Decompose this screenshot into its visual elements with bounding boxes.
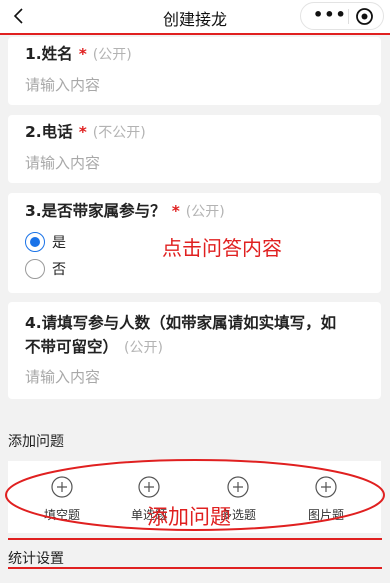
visibility-label: (不公开) xyxy=(92,125,146,141)
add-question-section-label: 添加问题 xyxy=(8,434,64,450)
question-card-name[interactable]: 1.姓名 * (公开) 请输入内容 xyxy=(8,37,381,105)
statistics-settings-label[interactable]: 统计设置 xyxy=(8,548,64,568)
required-mark: * xyxy=(78,123,87,141)
radio-option-yes[interactable]: 是 xyxy=(25,232,105,252)
visibility-label: (公开) xyxy=(185,204,225,220)
mini-program-capsule: ••• xyxy=(300,2,384,30)
answer-input[interactable]: 请输入内容 xyxy=(25,152,100,173)
answer-input[interactable]: 请输入内容 xyxy=(25,74,100,95)
annotation-click-hint: 点击问答内容 xyxy=(162,236,282,260)
radio-label: 是 xyxy=(52,235,66,251)
question-title: 2.电话 * (不公开) xyxy=(25,123,146,141)
question-card-count[interactable]: 4.请填写参与人数（如带家属请如实填写，如 不带可留空） (公开) 请输入内容 xyxy=(8,302,381,399)
close-target-icon[interactable] xyxy=(355,7,374,26)
visibility-label: (公开) xyxy=(124,340,163,356)
question-title: 1.姓名 * (公开) xyxy=(25,45,132,63)
more-icon[interactable]: ••• xyxy=(313,5,347,24)
answer-input[interactable]: 请输入内容 xyxy=(25,366,100,387)
annotation-add-hint: 添加问题 xyxy=(147,505,231,529)
radio-unchecked-icon xyxy=(25,259,45,279)
required-mark: * xyxy=(78,45,87,63)
radio-checked-icon xyxy=(25,232,45,252)
annotation-underline-top xyxy=(0,33,390,35)
question-card-phone[interactable]: 2.电话 * (不公开) 请输入内容 xyxy=(8,115,381,183)
required-mark: * xyxy=(171,202,180,220)
visibility-label: (公开) xyxy=(92,47,132,63)
question-title: 4.请填写参与人数（如带家属请如实填写，如 不带可留空） (公开) xyxy=(25,314,337,356)
annotation-underline-mid xyxy=(8,538,382,540)
question-title: 3.是否带家属参与？ * (公开) xyxy=(25,202,225,220)
radio-option-no[interactable]: 否 xyxy=(25,259,105,279)
radio-label: 否 xyxy=(52,262,66,278)
capsule-divider xyxy=(348,9,349,24)
annotation-underline-bottom xyxy=(8,567,382,569)
navbar: 创建接龙 ••• xyxy=(0,0,390,33)
